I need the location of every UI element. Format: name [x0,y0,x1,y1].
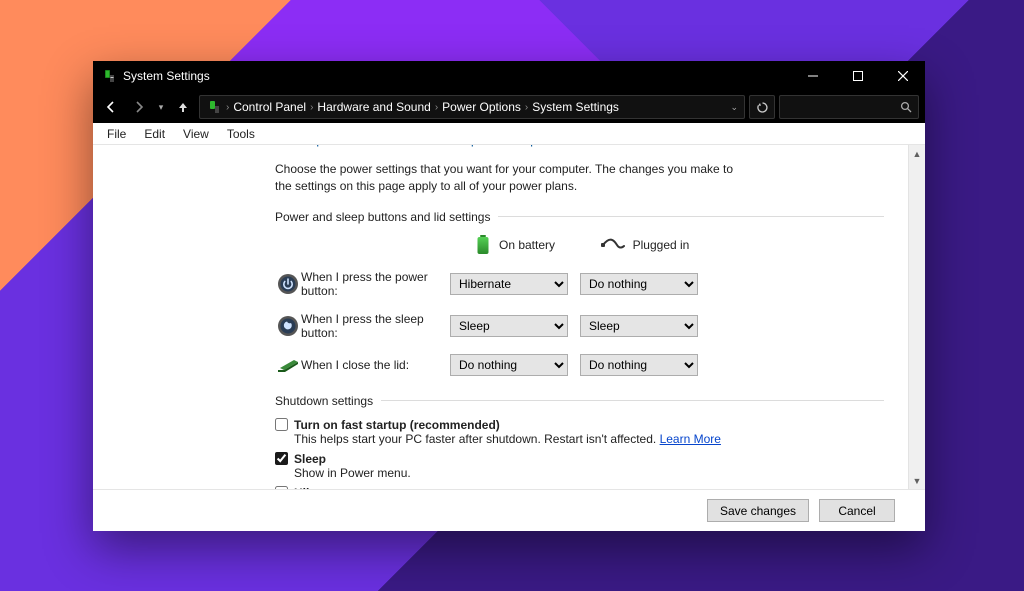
sleep-title: Sleep [294,452,326,466]
power-button-icon [277,273,299,295]
shutdown-fast-startup: Turn on fast startup (recommended) This … [275,418,884,446]
battery-icon [475,234,491,256]
desktop-wallpaper: System Settings ▾ › Control Panel › [0,0,1024,591]
address-bar: ▾ › Control Panel › Hardware and Sound ›… [93,91,925,123]
row-power-label: When I press the power button: [301,270,450,298]
hibernate-title: Hibernate [294,486,349,489]
row-close-lid: When I close the lid: Do nothingSleepHib… [275,354,884,376]
learn-more-link[interactable]: Learn More [660,432,721,446]
section-shutdown-label: Shutdown settings [275,394,373,408]
fast-startup-title: Turn on fast startup (recommended) [294,418,500,432]
shutdown-sleep: Sleep Show in Power menu. [275,452,884,480]
breadcrumb-power-options[interactable]: Power Options [442,100,521,114]
row-power-button: When I press the power button: Do nothin… [275,270,884,298]
page-description: Choose the power settings that you want … [275,161,735,196]
recent-locations-button[interactable]: ▾ [155,95,167,119]
column-headers: On battery Plugged in [275,234,884,256]
titlebar-left: System Settings [101,68,210,84]
breadcrumb-control-panel[interactable]: Control Panel [233,100,306,114]
hibernate-checkbox[interactable] [275,486,288,489]
menu-file[interactable]: File [99,125,134,143]
divider [381,400,884,401]
page-heading-truncated: Define power buttons and turn on passwor… [275,145,884,150]
content-area: Define power buttons and turn on passwor… [93,145,908,489]
hibernate-checkbox-row[interactable]: Hibernate [275,486,884,489]
breadcrumb-system-settings[interactable]: System Settings [532,100,619,114]
up-button[interactable] [171,95,195,119]
vertical-scrollbar[interactable]: ▲ ▼ [908,145,925,489]
row-lid-label: When I close the lid: [301,358,450,372]
power-button-plugged-combo[interactable]: Do nothingSleepHibernateShut downTurn of… [580,273,698,295]
power-options-icon [101,68,117,84]
scroll-down-button[interactable]: ▼ [909,472,925,489]
breadcrumb-hardware-and-sound[interactable]: Hardware and Sound [317,100,430,114]
minimize-button[interactable] [790,61,835,91]
back-button[interactable] [99,95,123,119]
lid-battery-combo[interactable]: Do nothingSleepHibernateShut downTurn of… [450,354,568,376]
sleep-sub: Show in Power menu. [294,466,884,480]
sleep-button-battery-combo[interactable]: Do nothingSleepHibernateShut downTurn of… [450,315,568,337]
sleep-button-plugged-combo[interactable]: Do nothingSleepHibernateShut downTurn of… [580,315,698,337]
window-controls [790,61,925,91]
section-power-sleep: Power and sleep buttons and lid settings [275,210,884,224]
titlebar[interactable]: System Settings [93,61,925,91]
search-icon [900,101,912,113]
shutdown-hibernate: Hibernate Show in Power menu. [275,486,884,489]
divider [498,216,884,217]
fast-startup-sub: This helps start your PC faster after sh… [294,432,884,446]
search-input[interactable] [779,95,919,119]
lid-plugged-combo[interactable]: Do nothingSleepHibernateShut downTurn of… [580,354,698,376]
fast-startup-checkbox[interactable] [275,418,288,431]
system-settings-window: System Settings ▾ › Control Panel › [93,61,925,531]
section-shutdown: Shutdown settings [275,394,884,408]
col-plugged-in: Plugged in [633,238,690,252]
menu-bar: File Edit View Tools [93,123,925,145]
sleep-checkbox-row[interactable]: Sleep [275,452,884,466]
plug-icon [601,237,625,253]
maximize-button[interactable] [835,61,880,91]
forward-button[interactable] [127,95,151,119]
power-button-battery-combo[interactable]: Do nothingSleepHibernateShut downTurn of… [450,273,568,295]
laptop-lid-icon [276,356,300,374]
menu-edit[interactable]: Edit [136,125,173,143]
row-sleep-button: When I press the sleep button: Do nothin… [275,312,884,340]
sleep-checkbox[interactable] [275,452,288,465]
window-title: System Settings [123,69,210,83]
power-options-icon [206,99,222,115]
close-button[interactable] [880,61,925,91]
menu-view[interactable]: View [175,125,217,143]
chevron-down-icon[interactable]: ⌄ [730,102,738,113]
save-changes-button[interactable]: Save changes [707,499,809,522]
section-power-sleep-label: Power and sleep buttons and lid settings [275,210,490,224]
address-box[interactable]: › Control Panel › Hardware and Sound › P… [199,95,745,119]
refresh-button[interactable] [749,95,775,119]
footer-buttons: Save changes Cancel [93,489,925,531]
cancel-button[interactable]: Cancel [819,499,895,522]
menu-tools[interactable]: Tools [219,125,263,143]
fast-startup-checkbox-row[interactable]: Turn on fast startup (recommended) [275,418,884,432]
scroll-up-button[interactable]: ▲ [909,145,925,162]
sleep-button-icon [277,315,299,337]
row-sleep-label: When I press the sleep button: [301,312,450,340]
col-on-battery: On battery [499,238,555,252]
